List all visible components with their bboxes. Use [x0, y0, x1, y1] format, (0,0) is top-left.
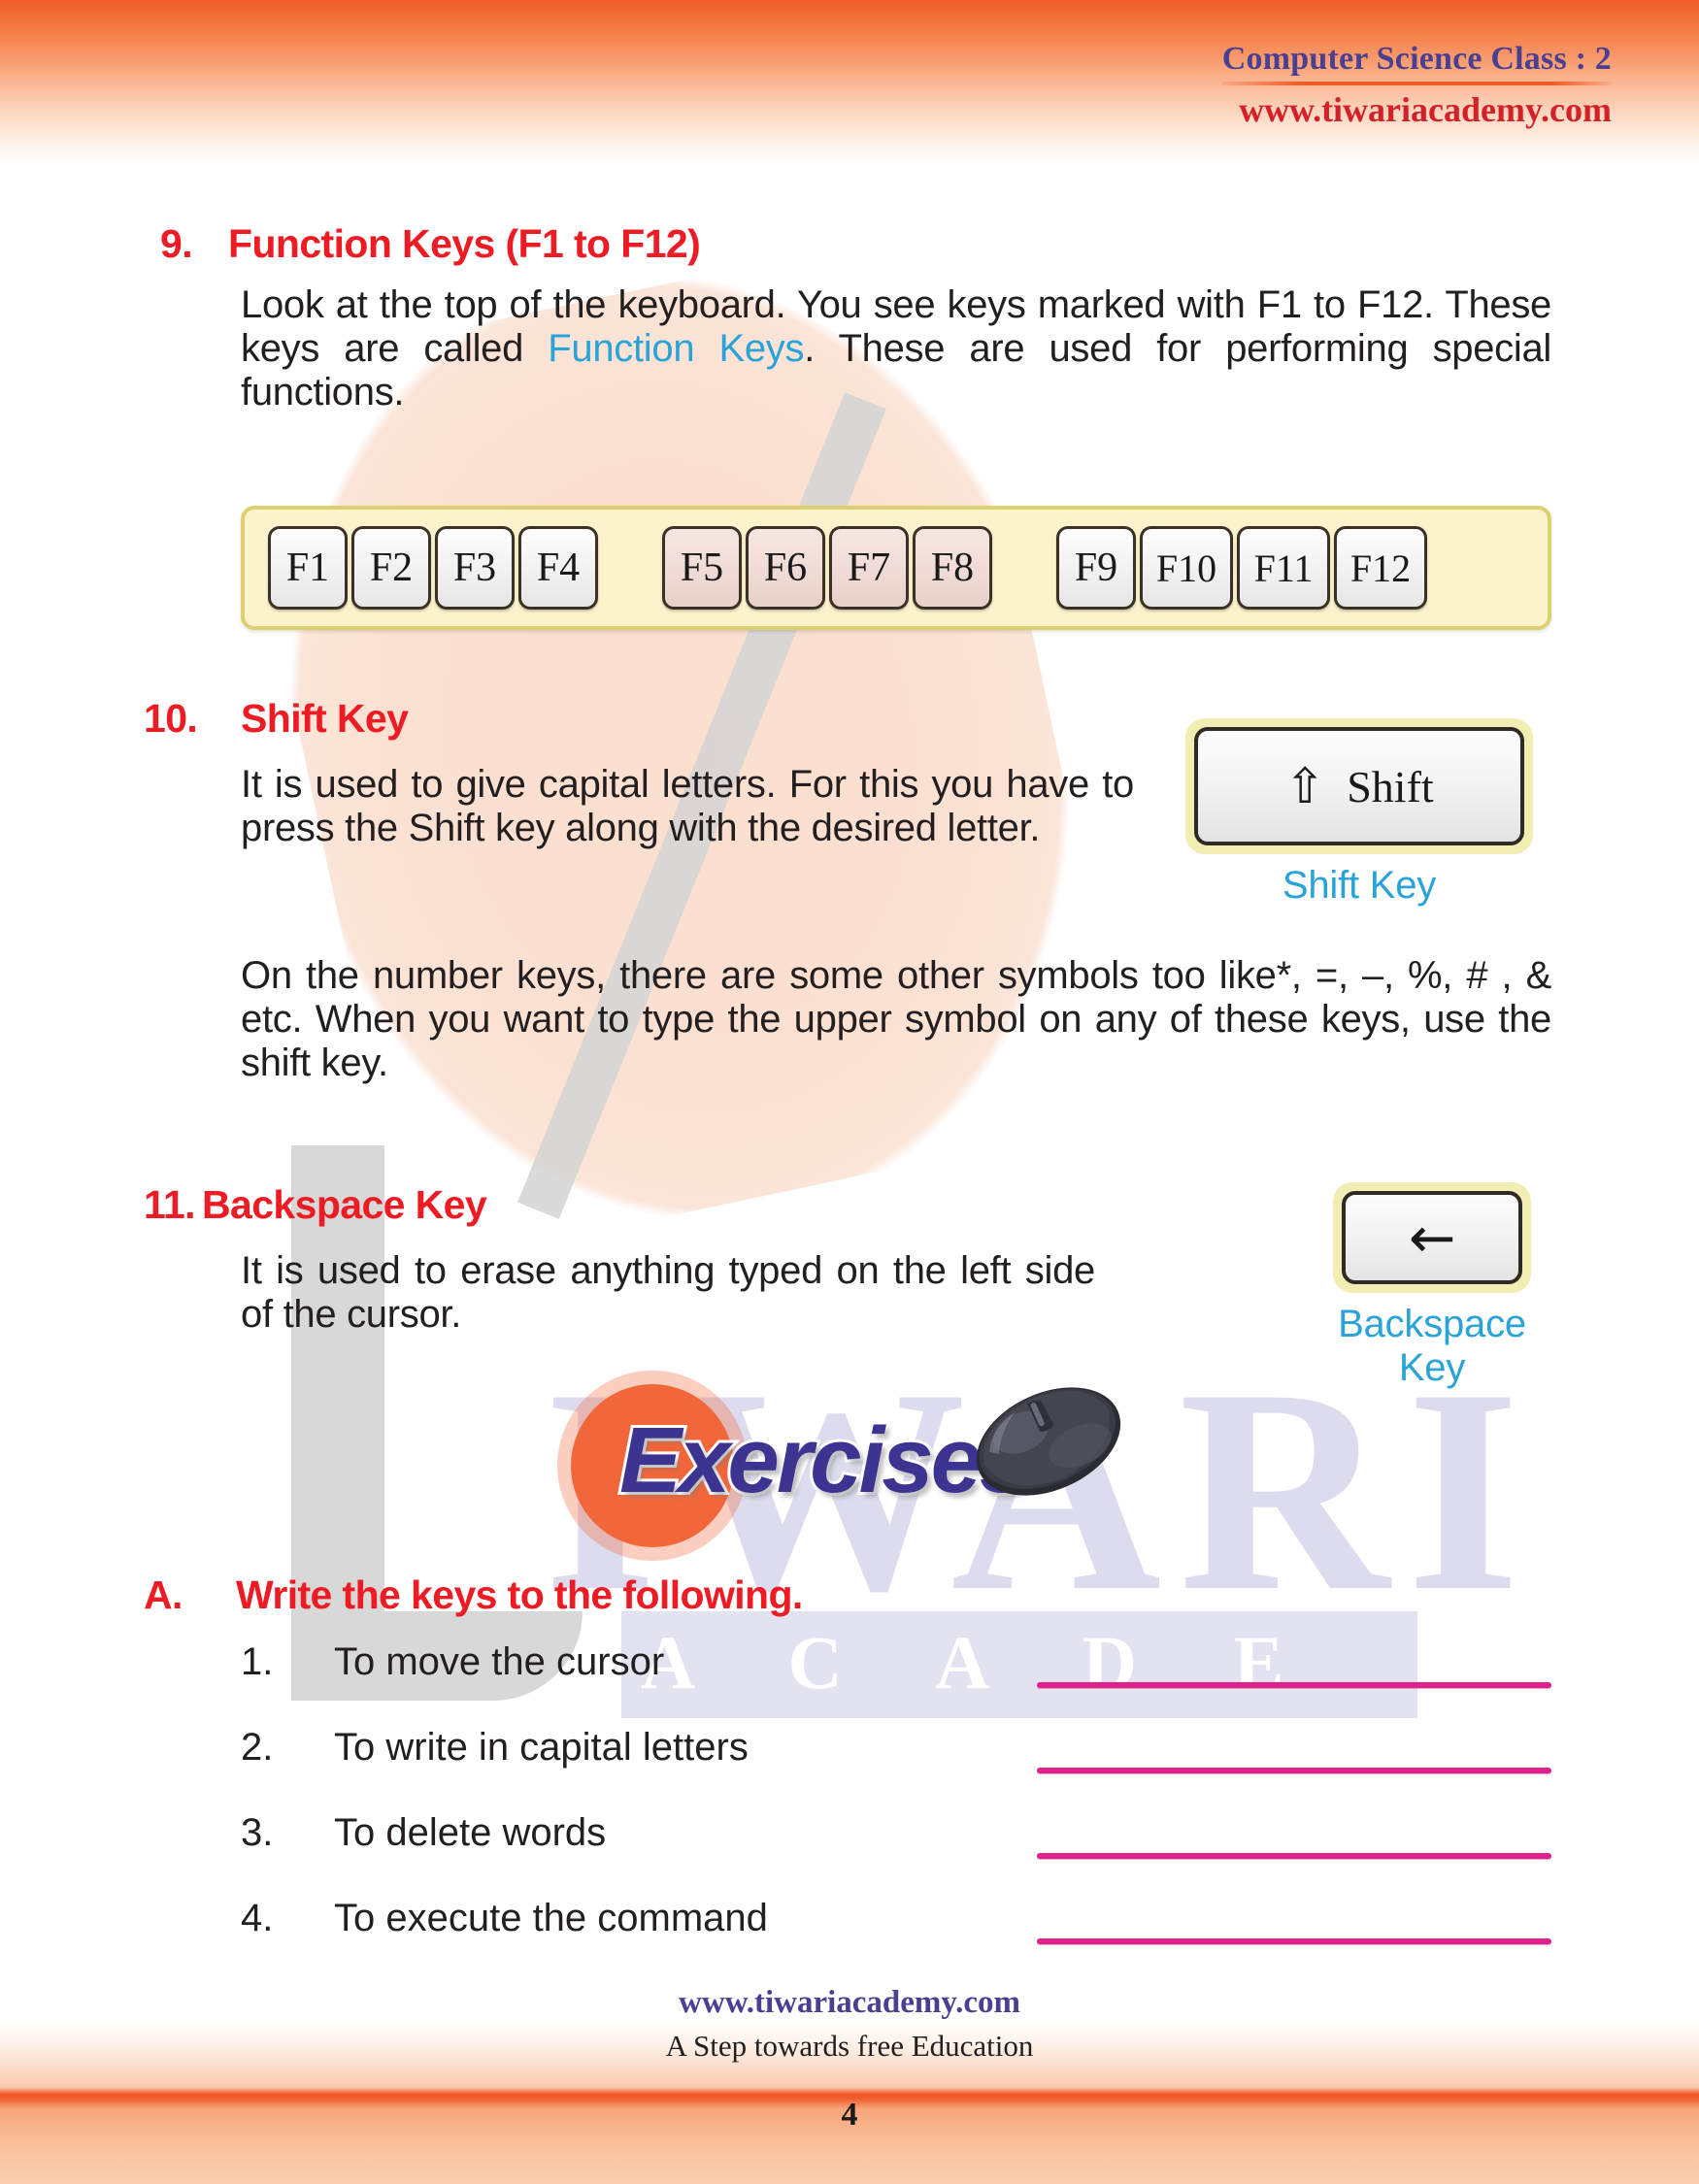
section-11-paragraph-1: It is used to erase anything typed on th…: [241, 1249, 1095, 1336]
function-key[interactable]: F10: [1140, 526, 1233, 610]
function-key[interactable]: F3: [435, 526, 515, 610]
shift-key-figure: ⇧ Shift Shift Key: [1180, 718, 1539, 908]
function-key[interactable]: F9: [1056, 526, 1136, 610]
function-key[interactable]: F11: [1237, 526, 1330, 610]
backspace-key-button[interactable]: ←: [1342, 1191, 1522, 1284]
shift-key-label: Shift: [1347, 761, 1434, 811]
exercise-answer-blank[interactable]: [1037, 1938, 1551, 1944]
exercise-question-number: 3.: [241, 1811, 274, 1854]
shift-key-frame: ⇧ Shift: [1185, 718, 1533, 854]
function-key[interactable]: F2: [351, 526, 431, 610]
left-arrow-icon: ←: [1408, 1205, 1456, 1271]
section-9-number: 9.: [160, 221, 193, 266]
section-10-number: 10.: [144, 696, 198, 741]
page-content: 9. Function Keys (F1 to F12) Look at the…: [0, 0, 1699, 2184]
section-9-text-highlight: Function Keys: [548, 326, 805, 370]
section-11-number: 11.: [144, 1182, 196, 1227]
function-key[interactable]: F1: [268, 526, 348, 610]
shift-key-button[interactable]: ⇧ Shift: [1194, 727, 1524, 845]
section-11-title: Backspace Key: [202, 1182, 487, 1227]
function-keys-group-2: F5 F6 F7 F8: [660, 526, 994, 610]
function-key[interactable]: F4: [518, 526, 598, 610]
section-10-paragraph-2: On the number keys, there are some other…: [241, 954, 1551, 1084]
function-keys-group-1: F1 F2 F3 F4: [266, 526, 600, 610]
footer-tagline: A Step towards free Education: [665, 2029, 1034, 2063]
shift-arrow-icon: ⇧: [1284, 758, 1326, 814]
computer-mouse-icon: [976, 1387, 1121, 1496]
section-9-title: Function Keys (F1 to F12): [228, 221, 701, 266]
exercise-part-title: Write the keys to the following.: [236, 1572, 803, 1617]
function-key[interactable]: F5: [662, 526, 742, 610]
exercise-question-text: To move the cursor: [334, 1640, 665, 1683]
exercises-banner: Exercises: [544, 1367, 1184, 1561]
exercise-question: 4. To execute the command: [241, 1897, 1115, 1945]
exercise-question-text: To execute the command: [334, 1897, 768, 1939]
backspace-key-figure: ← Backspace Key: [1311, 1182, 1553, 1390]
function-keys-panel: F1 F2 F3 F4 F5 F6 F7 F8 F9 F10 F11 F12: [241, 506, 1551, 630]
shift-key-caption: Shift Key: [1282, 864, 1437, 907]
section-9-paragraph: Look at the top of the keyboard. You see…: [241, 283, 1551, 414]
function-key[interactable]: F12: [1334, 526, 1427, 610]
section-10-paragraph-1: It is used to give capital letters. For …: [241, 763, 1134, 849]
exercise-question-text: To delete words: [334, 1811, 607, 1854]
section-10-title: Shift Key: [241, 696, 409, 741]
exercise-question-number: 4.: [241, 1897, 274, 1939]
section-9-heading: 9. Function Keys (F1 to F12): [160, 221, 701, 267]
footer-website-url: www.tiwariacademy.com: [679, 1985, 1020, 2020]
function-keys-group-3: F9 F10 F11 F12: [1054, 526, 1429, 610]
section-10-heading: 10. Shift Key: [144, 696, 409, 742]
exercise-question: 2. To write in capital letters: [241, 1726, 1115, 1774]
exercise-answer-blank[interactable]: [1037, 1768, 1551, 1773]
exercise-answer-blank[interactable]: [1037, 1853, 1551, 1859]
exercise-answer-blank[interactable]: [1037, 1682, 1551, 1688]
exercise-question: 3. To delete words: [241, 1811, 1115, 1860]
exercise-part-letter: A.: [144, 1572, 183, 1617]
function-key[interactable]: F7: [829, 526, 909, 610]
backspace-key-caption: Backspace Key: [1338, 1303, 1526, 1389]
document-page: IWARI A C A D E M Y Computer Science Cla…: [0, 0, 1699, 2184]
footer-page-number: 4: [841, 2097, 858, 2133]
backspace-key-frame: ←: [1333, 1182, 1531, 1293]
exercise-part-a-heading: A. Write the keys to the following.: [144, 1572, 803, 1618]
function-key[interactable]: F8: [913, 526, 992, 610]
exercise-question: 1. To move the cursor: [241, 1640, 1115, 1689]
section-11-heading: 11. Backspace Key: [144, 1182, 487, 1228]
exercise-question-text: To write in capital letters: [334, 1726, 749, 1769]
exercise-question-number: 1.: [241, 1640, 274, 1683]
exercise-question-number: 2.: [241, 1726, 274, 1769]
function-key[interactable]: F6: [746, 526, 825, 610]
